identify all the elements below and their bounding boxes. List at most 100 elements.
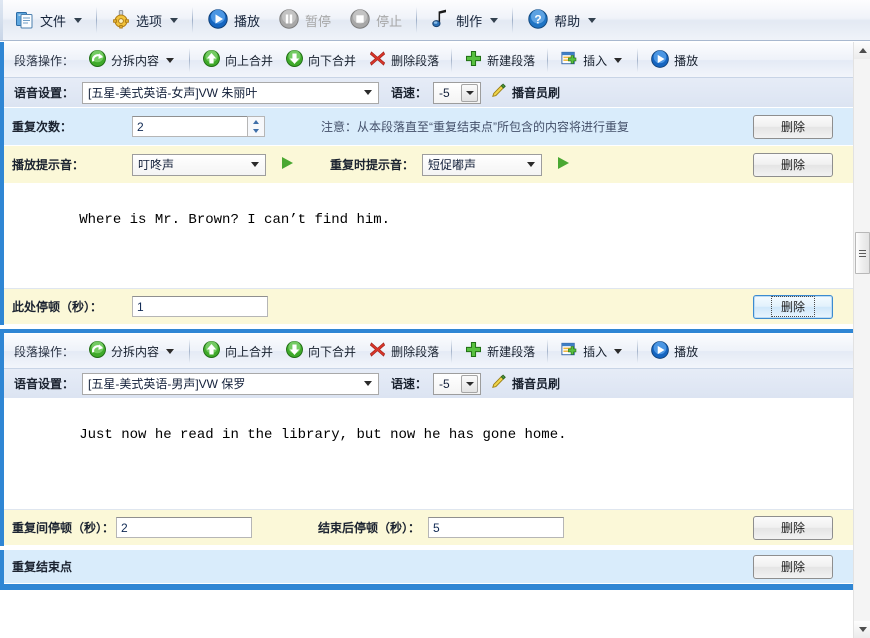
paragraph-text-2[interactable]: Just now he read in the library, but now… xyxy=(4,399,853,510)
delete-paragraph2-button[interactable]: 删除 xyxy=(753,515,833,540)
vertical-scrollbar[interactable] xyxy=(853,42,870,638)
cue-sound-select[interactable]: 叮咚声 xyxy=(132,153,266,176)
announcer-brush-label: 播音员刷 xyxy=(512,377,561,391)
repeat-gap-row: 重复间停顿（秒）： 2 结束后停顿（秒）： 5 删除 xyxy=(4,510,853,546)
scrollbar-thumb[interactable] xyxy=(855,232,870,274)
red-x-icon xyxy=(368,49,387,71)
play-icon xyxy=(650,49,670,72)
repeat-count-label: 重复次数： xyxy=(12,120,73,134)
split-content-button[interactable]: 分拆内容 xyxy=(82,338,183,364)
cue-sound-row: 播放提示音： 叮咚声 重复时提示音： 短促嘟声 删除 xyxy=(4,146,853,184)
new-paragraph-button[interactable]: 新建段落 xyxy=(458,47,541,73)
chevron-down-icon[interactable] xyxy=(588,17,597,23)
chevron-down-icon[interactable] xyxy=(163,57,177,63)
voice-settings-label: 语音设置： xyxy=(14,86,75,100)
announcer-brush-icon xyxy=(491,83,507,102)
merge-up-button[interactable]: 向上合并 xyxy=(196,338,279,364)
voice-select-2[interactable]: [五星-美式英语-男声]VW 保罗 xyxy=(82,372,380,395)
play-paragraph-button[interactable]: 播放 xyxy=(644,47,704,73)
stepper-up[interactable] xyxy=(248,117,264,127)
play-paragraph-button[interactable]: 播放 xyxy=(644,338,704,364)
repeat-end-block: 重复结束点 删除 xyxy=(0,550,853,584)
speed-select-value: -5 xyxy=(439,85,450,100)
repeat-count-input[interactable]: 2 xyxy=(132,116,248,137)
split-arrow-icon xyxy=(88,340,107,362)
menu-stop[interactable]: 停止 xyxy=(341,4,410,36)
menu-file[interactable]: 文件 xyxy=(7,4,90,36)
repeat-note: 注意：从本段落直至“重复结束点”所包含的内容将进行重复 xyxy=(321,120,629,134)
paragraph-text-1-value: Where is Mr. Brown? I can’t find him. xyxy=(79,212,391,228)
main-menubar: 文件 选项 播放 暂停 停止 制作 ? 帮助 xyxy=(0,0,870,41)
chevron-down-icon[interactable] xyxy=(361,381,375,386)
speed-select-2[interactable]: -5 xyxy=(433,372,482,395)
plus-icon xyxy=(464,340,483,362)
arrow-up-icon xyxy=(202,49,221,71)
delete-cue-button[interactable]: 删除 xyxy=(753,152,833,177)
paragraph-ops-label: 段落操作： xyxy=(14,344,75,359)
menu-file-label: 文件 xyxy=(40,13,67,29)
merge-down-label: 向下合并 xyxy=(308,344,357,359)
paragraph-list: 段落操作： 分拆内容 向上合并 向下合并 删除段落 新建段落 插入 播放 语音设… xyxy=(0,42,853,638)
editor-frame: 段落操作： 分拆内容 向上合并 向下合并 删除段落 新建段落 插入 播放 语音设… xyxy=(0,41,870,638)
chevron-down-icon[interactable] xyxy=(611,57,625,63)
merge-down-label: 向下合并 xyxy=(308,53,357,68)
new-paragraph-label: 新建段落 xyxy=(487,53,536,68)
scroll-down-arrow-icon[interactable] xyxy=(854,621,870,638)
end-pause-input[interactable]: 5 xyxy=(428,517,565,538)
toolbar-divider xyxy=(547,339,549,363)
repeat-gap-value: 2 xyxy=(121,520,128,535)
music-note-icon xyxy=(431,8,451,33)
paragraph-text-1[interactable]: Where is Mr. Brown? I can’t find him. xyxy=(4,184,853,289)
arrow-down-icon xyxy=(285,49,304,71)
speed-select-1[interactable]: -5 xyxy=(433,81,482,104)
chevron-down-icon[interactable] xyxy=(361,90,375,95)
chevron-down-icon[interactable] xyxy=(461,374,479,393)
repeat-cue-select[interactable]: 短促嘟声 xyxy=(422,153,543,176)
arrow-down-icon xyxy=(285,340,304,362)
preview-play-icon[interactable] xyxy=(280,156,294,173)
split-content-button[interactable]: 分拆内容 xyxy=(82,47,183,73)
voice-select-1[interactable]: [五星-美式英语-女声]VW 朱丽叶 xyxy=(82,81,380,104)
scroll-up-arrow-icon[interactable] xyxy=(854,42,870,59)
scrollbar-track[interactable] xyxy=(854,59,870,621)
chevron-down-icon[interactable] xyxy=(461,83,479,102)
insert-button[interactable]: 插入 xyxy=(554,338,631,364)
delete-repeat-end-button[interactable]: 删除 xyxy=(753,554,833,579)
menu-produce-label: 制作 xyxy=(456,13,483,29)
toolbar-divider xyxy=(547,48,549,72)
merge-down-button[interactable]: 向下合并 xyxy=(279,47,362,73)
menu-pause[interactable]: 暂停 xyxy=(270,4,339,36)
chevron-down-icon[interactable] xyxy=(611,348,625,354)
repeat-gap-input[interactable]: 2 xyxy=(116,517,253,538)
delete-paragraph-button[interactable]: 删除段落 xyxy=(362,338,445,364)
repeat-count-stepper[interactable] xyxy=(247,116,265,137)
chevron-down-icon[interactable] xyxy=(524,162,538,167)
pause-input[interactable]: 1 xyxy=(132,296,268,317)
chevron-down-icon[interactable] xyxy=(248,162,262,167)
new-paragraph-button[interactable]: 新建段落 xyxy=(458,338,541,364)
preview-play-icon[interactable] xyxy=(556,156,570,173)
delete-repeat-button[interactable]: 删除 xyxy=(753,114,833,139)
merge-down-button[interactable]: 向下合并 xyxy=(279,338,362,364)
menu-divider xyxy=(96,7,98,33)
chevron-down-icon[interactable] xyxy=(490,17,499,23)
merge-up-label: 向上合并 xyxy=(225,53,274,68)
merge-up-button[interactable]: 向上合并 xyxy=(196,47,279,73)
stop-icon xyxy=(349,8,371,33)
chevron-down-icon[interactable] xyxy=(170,17,179,23)
chevron-down-icon[interactable] xyxy=(163,348,177,354)
menu-help-label: 帮助 xyxy=(554,13,581,29)
menu-options[interactable]: 选项 xyxy=(103,4,186,36)
menu-produce[interactable]: 制作 xyxy=(423,4,506,36)
delete-pause-button[interactable]: 删除 xyxy=(753,294,833,319)
delete-paragraph-button[interactable]: 删除段落 xyxy=(362,47,445,73)
insert-button[interactable]: 插入 xyxy=(554,47,631,73)
voice-select-value: [五星-美式英语-男声]VW 保罗 xyxy=(88,377,246,391)
chevron-down-icon[interactable] xyxy=(74,17,83,23)
menu-help[interactable]: ? 帮助 xyxy=(519,4,604,36)
new-paragraph-label: 新建段落 xyxy=(487,344,536,359)
stepper-down[interactable] xyxy=(248,127,264,137)
menu-play[interactable]: 播放 xyxy=(199,4,268,36)
toolbar-divider xyxy=(189,48,191,72)
delete-paragraph-label: 删除段落 xyxy=(391,53,440,68)
